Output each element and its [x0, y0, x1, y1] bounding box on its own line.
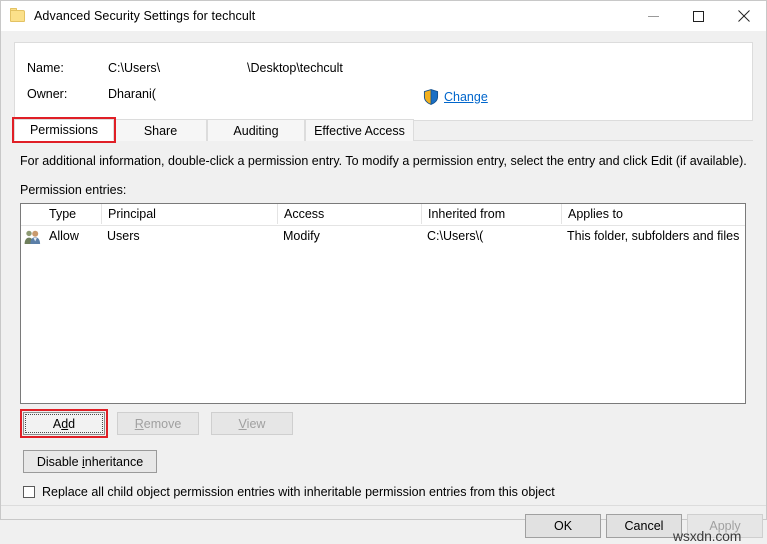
tab-share-label: Share [143, 123, 178, 138]
column-header-applies-to[interactable]: Applies to [561, 204, 745, 224]
ok-button[interactable]: OK [525, 514, 601, 538]
tab-auditing-label: Auditing [233, 123, 279, 138]
tab-permissions-label: Permissions [29, 123, 99, 137]
remove-button-label: Remove [134, 416, 182, 431]
table-row[interactable]: Allow Users Modify C:\Users\( This folde… [21, 226, 745, 248]
dialog-content: Name: C:\Users\ \Desktop\techcult Owner:… [1, 31, 766, 544]
view-button-label: View [238, 416, 266, 431]
cell-type: Allow [49, 229, 79, 243]
name-label: Name: [27, 61, 64, 75]
disable-inheritance-label: Disable inheritance [36, 454, 144, 469]
cell-inherited-from: C:\Users\( [427, 229, 484, 243]
cell-access: Modify [283, 229, 320, 243]
tab-effective-access-label: Effective Access [314, 123, 405, 138]
cell-applies-to: This folder, subfolders and files [567, 229, 740, 243]
replace-child-permissions-label: Replace all child object permission entr… [42, 485, 555, 499]
owner-row: Owner: Dharani( Change [15, 87, 752, 105]
replace-child-permissions-checkbox[interactable] [23, 486, 35, 498]
minimize-icon[interactable] [631, 1, 676, 31]
object-info-panel: Name: C:\Users\ \Desktop\techcult Owner:… [14, 42, 753, 121]
owner-value: Dharani( [108, 87, 156, 101]
users-group-icon [24, 230, 41, 244]
view-button[interactable]: View [211, 412, 293, 435]
replace-child-permissions-row[interactable]: Replace all child object permission entr… [23, 483, 555, 501]
title-bar: Advanced Security Settings for techcult [1, 1, 766, 31]
advanced-security-settings-dialog: Advanced Security Settings for techcult … [0, 0, 767, 544]
list-header-row: Type Principal Access Inherited from App… [21, 204, 745, 226]
window-title: Advanced Security Settings for techcult [34, 9, 256, 23]
name-value-suffix: \Desktop\techcult [247, 61, 343, 75]
name-value-prefix: C:\Users\ [108, 61, 161, 75]
column-header-inherited-from[interactable]: Inherited from [421, 204, 561, 224]
folder-icon [10, 8, 26, 24]
window-controls [631, 1, 766, 31]
remove-button[interactable]: Remove [117, 412, 199, 435]
add-button-label: Add [52, 416, 76, 431]
owner-label: Owner: [27, 87, 68, 101]
tab-effective-access[interactable]: Effective Access [305, 119, 414, 141]
watermark: wsxdn.com [673, 528, 742, 544]
disable-inheritance-button[interactable]: Disable inheritance [23, 450, 157, 473]
cancel-button[interactable]: Cancel [606, 514, 682, 538]
change-owner-link[interactable]: Change [423, 88, 488, 106]
close-icon[interactable] [721, 1, 766, 31]
tab-permissions[interactable]: Permissions [14, 119, 114, 141]
cell-principal: Users [107, 229, 140, 243]
permission-entries-label: Permission entries: [20, 183, 127, 197]
column-header-access[interactable]: Access [277, 204, 421, 224]
maximize-icon[interactable] [676, 1, 721, 31]
permission-entries-list[interactable]: Type Principal Access Inherited from App… [20, 203, 746, 404]
column-header-type[interactable]: Type [43, 204, 101, 224]
uac-shield-icon [423, 89, 439, 105]
change-link-label: Change [444, 90, 488, 104]
tab-strip: Permissions Share Auditing Effective Acc… [12, 117, 753, 143]
add-button[interactable]: Add [23, 412, 105, 435]
name-row: Name: C:\Users\ \Desktop\techcult [15, 61, 752, 79]
tab-auditing[interactable]: Auditing [207, 119, 305, 141]
tab-share[interactable]: Share [114, 119, 207, 141]
column-header-principal[interactable]: Principal [101, 204, 277, 224]
instruction-text: For additional information, double-click… [20, 154, 747, 168]
footer-divider [1, 505, 766, 506]
